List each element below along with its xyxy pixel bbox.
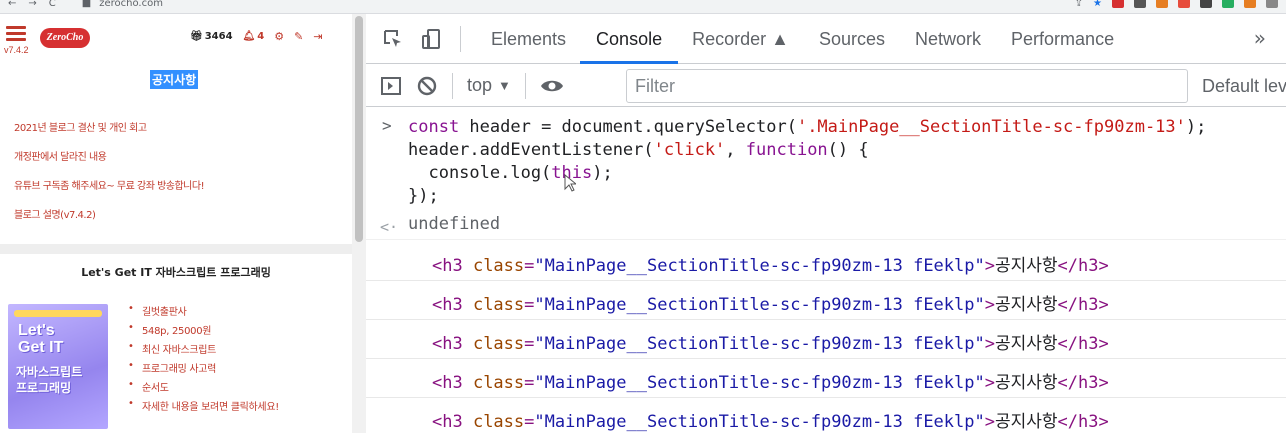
notification-counter[interactable]: 🔔︎ 4 xyxy=(243,31,265,42)
return-arrow-icon: <· xyxy=(380,218,399,236)
forward-icon[interactable]: → xyxy=(28,0,36,9)
extension-icon[interactable] xyxy=(1266,0,1278,8)
console-toolbar: top ▼ Filter Default levels xyxy=(366,65,1286,107)
notice-link[interactable]: 블로그 설명(v7.4.2) xyxy=(14,206,204,235)
extension-icon[interactable] xyxy=(1244,0,1256,8)
inspect-element-icon[interactable] xyxy=(382,28,404,50)
tab-performance[interactable]: Performance xyxy=(1011,14,1114,64)
tab-network[interactable]: Network xyxy=(915,14,981,64)
version-label: v7.4.2 xyxy=(4,45,29,55)
logout-icon[interactable]: ⇥ xyxy=(313,30,322,43)
tab-sources[interactable]: Sources xyxy=(819,14,885,64)
book-info-item: 548p, 25000원 xyxy=(128,322,279,341)
context-selector[interactable]: top ▼ xyxy=(467,75,511,96)
lock-icon: ■ xyxy=(81,0,92,9)
notice-list: 2021년 블로그 결산 및 개인 회고 개정판에서 달라진 내용 유튜브 구독… xyxy=(14,119,205,235)
web-page: v7.4.2 ZeroCho 🎁︎ 3464 🔔︎ 4 ⚙ ✎ ⇥ 공지사항 2… xyxy=(0,14,366,433)
prompt-chevron-icon: > xyxy=(382,116,392,135)
settings-icon[interactable]: ⚙ xyxy=(274,30,284,43)
devtools-panel: Elements Console Recorder ▲ Sources Netw… xyxy=(366,14,1286,433)
filter-input[interactable]: Filter xyxy=(626,69,1188,103)
eye-icon[interactable] xyxy=(540,75,563,97)
gift-counter[interactable]: 🎁︎ 3464 xyxy=(190,31,233,42)
log-levels-dropdown[interactable]: Default levels xyxy=(1202,69,1286,103)
notice-link[interactable]: 2021년 블로그 결산 및 개인 회고 xyxy=(14,119,204,148)
console-log-row[interactable]: <h3 class="MainPage__SectionTitle-sc-fp9… xyxy=(366,320,1286,359)
console-log-row[interactable]: <h3 class="MainPage__SectionTitle-sc-fp9… xyxy=(366,398,1286,433)
clear-console-icon[interactable] xyxy=(416,75,438,97)
notice-link[interactable]: 개정판에서 달라진 내용 xyxy=(14,148,204,177)
devtools-tab-bar: Elements Console Recorder ▲ Sources Netw… xyxy=(366,14,1286,64)
console-result-row: <· undefined xyxy=(366,212,1286,240)
sidebar-toggle-icon[interactable] xyxy=(380,75,402,97)
console-log-row[interactable]: <h3 class="MainPage__SectionTitle-sc-fp9… xyxy=(366,359,1286,398)
console-log-row[interactable]: <h3 class="MainPage__SectionTitle-sc-fp9… xyxy=(366,242,1286,281)
extension-icon[interactable] xyxy=(1178,0,1190,8)
device-toolbar-icon[interactable] xyxy=(420,28,442,50)
book-cover-image[interactable]: Let's Get IT 자바스크립트 프로그래밍 xyxy=(8,304,108,429)
notice-link[interactable]: 유튜브 구독좀 해주세요~ 무료 강좌 방송합니다! xyxy=(14,177,205,206)
console-log-row[interactable]: <h3 class="MainPage__SectionTitle-sc-fp9… xyxy=(366,281,1286,320)
gift-icon: 🎁︎ xyxy=(190,31,203,42)
section-divider xyxy=(0,244,352,254)
book-info-item: 순서도 xyxy=(128,379,279,398)
bell-icon: 🔔︎ xyxy=(242,31,256,42)
dropdown-arrow-icon: ▼ xyxy=(498,78,511,93)
reload-icon[interactable]: C xyxy=(49,0,56,9)
extensions-bar: ⇪ ★ xyxy=(1075,0,1278,9)
extension-icon[interactable] xyxy=(1112,0,1124,8)
book-info-item: 프로그래밍 사고력 xyxy=(128,360,279,379)
pencil-icon[interactable]: ✎ xyxy=(294,30,303,43)
extension-icon[interactable] xyxy=(1134,0,1146,8)
console-code[interactable]: const header = document.querySelector('.… xyxy=(408,116,1206,208)
scrollbar-thumb[interactable] xyxy=(355,16,363,242)
book-info-list: 길벗출판사 548p, 25000원 최신 자바스크립트 프로그래밍 사고력 순… xyxy=(128,303,279,417)
bookmark-star-icon[interactable]: ★ xyxy=(1093,0,1102,9)
menu-icon[interactable] xyxy=(6,26,26,42)
book-info-link[interactable]: 자세한 내용을 보려면 클릭하세요! xyxy=(128,398,279,417)
page-scrollbar[interactable] xyxy=(352,14,366,433)
more-tabs-button[interactable]: » xyxy=(1254,26,1266,50)
site-header: v7.4.2 ZeroCho 🎁︎ 3464 🔔︎ 4 ⚙ ✎ ⇥ xyxy=(0,14,352,60)
tab-elements[interactable]: Elements xyxy=(491,14,566,64)
console-output: > const header = document.querySelector(… xyxy=(366,108,1286,433)
share-icon[interactable]: ⇪ xyxy=(1075,0,1083,9)
extension-icon[interactable] xyxy=(1200,0,1212,8)
extension-icon[interactable] xyxy=(1222,0,1234,8)
book-title: Let's Get IT 자바스크립트 프로그래밍 xyxy=(81,266,271,279)
tab-recorder[interactable]: Recorder ▲ xyxy=(692,14,789,64)
url-text[interactable]: zerocho.com xyxy=(99,0,163,9)
browser-toolbar: ← → C ■ zerocho.com ⇪ ★ xyxy=(0,0,1286,14)
book-info-item: 길벗출판사 xyxy=(128,303,279,322)
flask-icon: ▲ xyxy=(771,28,789,49)
site-logo[interactable]: ZeroCho xyxy=(40,28,90,48)
notice-section-title[interactable]: 공지사항 xyxy=(150,70,199,89)
tab-console[interactable]: Console xyxy=(580,14,679,64)
result-value: undefined xyxy=(408,214,501,234)
back-icon[interactable]: ← xyxy=(8,0,16,9)
mouse-cursor-icon xyxy=(564,174,576,192)
book-info-item: 최신 자바스크립트 xyxy=(128,341,279,360)
extension-icon[interactable] xyxy=(1156,0,1168,8)
